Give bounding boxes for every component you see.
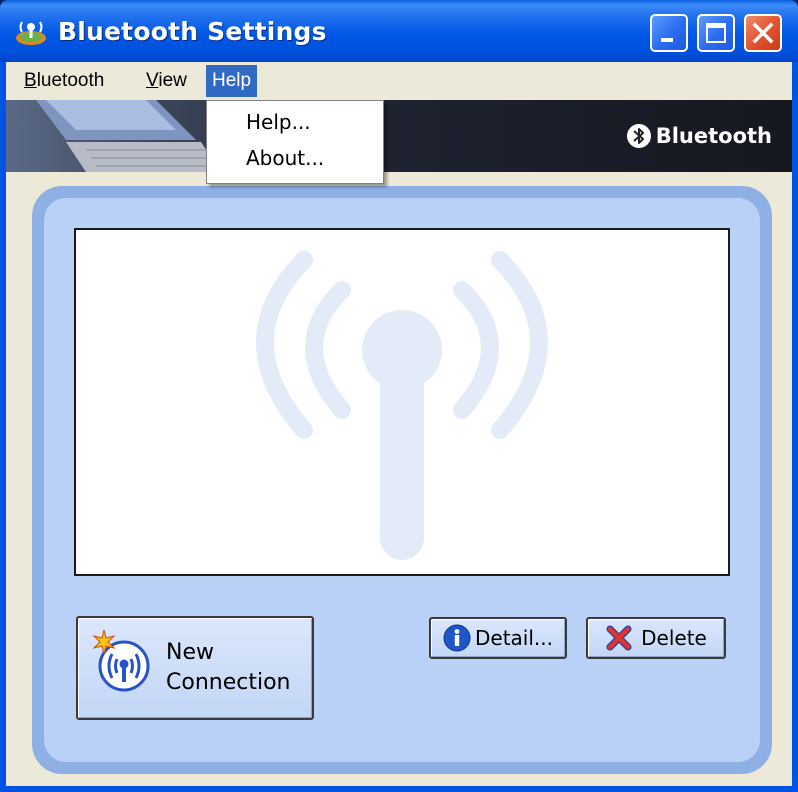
title-bar[interactable]: Bluetooth Settings (0, 0, 798, 62)
new-connection-label-line1: New (166, 640, 214, 665)
menu-view[interactable]: View (140, 65, 193, 97)
menu-view-accel: V (146, 70, 159, 91)
new-connection-label-line2: Connection (166, 670, 291, 695)
help-dropdown-menu: Help... About... (206, 100, 384, 184)
menu-bar: Bluetooth View Help (6, 62, 792, 100)
bluetooth-logo-icon (626, 124, 651, 148)
close-button[interactable] (744, 14, 782, 52)
bluetooth-antenna-icon (16, 21, 46, 45)
device-list[interactable] (74, 228, 730, 576)
bluetooth-settings-window: Bluetooth Settings Bluetooth View Help B… (0, 0, 798, 792)
bluetooth-banner: Bluetooth (6, 100, 792, 172)
delete-button[interactable]: Delete (586, 617, 726, 659)
minimize-button[interactable] (650, 14, 688, 52)
menu-bluetooth-accel: B (24, 70, 37, 91)
bluetooth-logo: Bluetooth (626, 119, 772, 153)
maximize-button[interactable] (697, 14, 735, 52)
info-icon (443, 624, 471, 652)
menu-bluetooth[interactable]: Bluetooth (18, 65, 110, 97)
detail-button[interactable]: Detail... (429, 617, 567, 659)
menu-item-help[interactable]: Help... (208, 105, 382, 139)
window-title: Bluetooth Settings (58, 17, 327, 46)
delete-button-content: Delete (588, 619, 724, 657)
detail-button-content: Detail... (431, 619, 565, 657)
maximize-icon (706, 23, 726, 43)
menu-bluetooth-label: luetooth (36, 70, 105, 91)
menu-item-about[interactable]: About... (208, 141, 382, 175)
delete-button-label: Delete (641, 626, 707, 650)
bluetooth-logo-text: Bluetooth (655, 124, 772, 148)
menu-help-label: Help (212, 70, 252, 91)
red-x-icon (606, 625, 632, 651)
new-connection-antenna-icon (92, 630, 150, 692)
new-connection-button[interactable]: New Connection (76, 616, 314, 720)
client-area: Bluetooth View Help Bluetooth Help... Ab… (6, 62, 792, 786)
menu-help[interactable]: Help (206, 65, 258, 97)
close-icon (752, 22, 774, 44)
antenna-watermark-icon (256, 251, 548, 560)
laptop-illustration (36, 100, 221, 172)
minimize-icon (661, 38, 673, 42)
menu-view-label: iew (158, 70, 187, 91)
detail-button-label: Detail... (475, 626, 553, 650)
